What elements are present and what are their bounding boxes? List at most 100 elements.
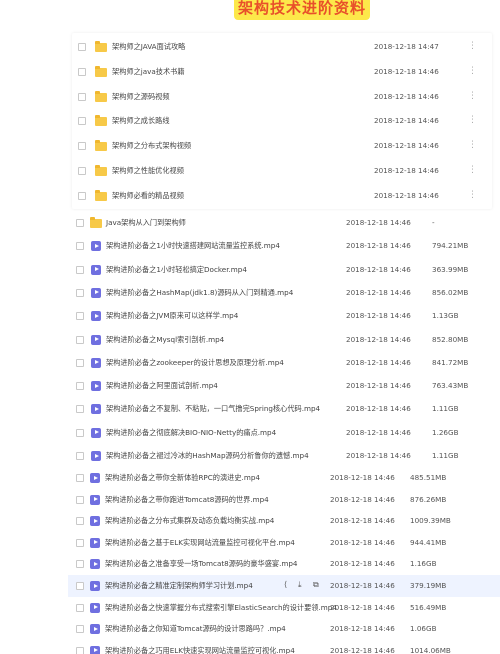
row-checkbox[interactable] bbox=[76, 405, 84, 414]
file-name[interactable]: 架构进阶必备之JVM原来可以这样学.mp4 bbox=[106, 311, 238, 321]
row-checkbox[interactable] bbox=[76, 560, 84, 569]
file-row[interactable]: 架构进阶必备之1小时快速搭建网站流量监控系统.mp4 2018-12-18 14:… bbox=[68, 235, 500, 257]
file-name[interactable]: 架构进阶必备之分布式集群及动态负载均衡实战.mp4 bbox=[105, 516, 274, 526]
share-icon[interactable]: ⟨ bbox=[284, 580, 287, 589]
folder-icon bbox=[95, 165, 107, 176]
folder-name[interactable]: 架构师之源码视频 bbox=[112, 92, 170, 102]
modified-date: 2018-12-18 14:46 bbox=[374, 116, 439, 126]
more-options-icon[interactable]: ⋮ bbox=[468, 115, 477, 125]
file-row[interactable]: 架构进阶必备之基于ELK实现网站流量监控可视化平台.mp4 2018-12-18 … bbox=[68, 532, 500, 554]
file-name[interactable]: 架构进阶必备之彻底解决BIO-NIO-Netty的痛点.mp4 bbox=[106, 428, 276, 438]
row-checkbox[interactable] bbox=[78, 43, 86, 51]
modified-date: 2018-12-18 14:46 bbox=[346, 264, 411, 274]
file-name[interactable]: 架构进阶必备之1小时轻松搞定Docker.mp4 bbox=[106, 265, 247, 275]
row-checkbox[interactable] bbox=[76, 646, 84, 654]
file-name[interactable]: 架构进阶必备之快速掌握分布式搜索引擎ElasticSearch的设计要领.mp4 bbox=[105, 603, 337, 613]
row-checkbox[interactable] bbox=[78, 117, 86, 126]
more-options-icon[interactable]: ⋮ bbox=[468, 91, 477, 101]
row-checkbox[interactable] bbox=[76, 219, 84, 227]
more-options-icon[interactable]: ⋮ bbox=[468, 66, 477, 76]
file-name[interactable]: 架构进阶必备之带你全新体验RPC的演进史.mp4 bbox=[105, 473, 260, 483]
file-row[interactable]: 架构进阶必备之分布式集群及动态负载均衡实战.mp4 2018-12-18 14:4… bbox=[68, 510, 500, 532]
row-checkbox[interactable] bbox=[78, 191, 86, 200]
file-row[interactable]: 架构进阶必备之阿里面试剖析.mp4 2018-12-18 14:46 763.43M… bbox=[68, 375, 500, 397]
row-checkbox[interactable] bbox=[76, 312, 84, 321]
file-name[interactable]: 架构进阶必备之1小时快速搭建网站流量监控系统.mp4 bbox=[106, 241, 280, 251]
file-name[interactable]: 架构进阶必备之准备享受一场Tomcat8源码的豪华盛宴.mp4 bbox=[105, 559, 298, 569]
row-checkbox[interactable] bbox=[76, 495, 84, 504]
folder-name[interactable]: 架构师之java技术书籍 bbox=[112, 67, 185, 77]
copy-icon[interactable]: ⧉ bbox=[313, 580, 319, 590]
folder-row[interactable]: 架构师之成长路线 2018-12-18 14:46 ⋮ bbox=[72, 110, 492, 132]
row-checkbox[interactable] bbox=[78, 142, 86, 151]
row-checkbox[interactable] bbox=[76, 288, 84, 297]
row-checkbox[interactable] bbox=[78, 167, 86, 175]
file-size: 852.80MB bbox=[432, 334, 469, 344]
file-name[interactable]: 架构进阶必备之不复制、不粘贴，一口气撸完Spring核心代码.mp4 bbox=[106, 404, 320, 414]
file-row[interactable]: 架构进阶必备之zookeeper的设计思想及原理分析.mp4 2018-12-18… bbox=[68, 352, 500, 374]
file-row[interactable]: 架构进阶必备之精准定制架构师学习计划.mp4 ⟨ ⤓ ⧉ 2018-12-18 14:4… bbox=[68, 575, 500, 597]
file-row[interactable]: 架构进阶必备之你知道Tomcat源码的设计思路吗？.mp4 2018-12-18 … bbox=[68, 618, 500, 640]
file-name[interactable]: 架构进阶必备之带你跑进Tomcat8源码的世界.mp4 bbox=[105, 495, 269, 505]
row-checkbox[interactable] bbox=[76, 358, 84, 367]
row-checkbox[interactable] bbox=[76, 625, 84, 634]
file-row[interactable]: 架构进阶必备之彻底解决BIO-NIO-Netty的痛点.mp4 2018-12-1… bbox=[68, 422, 500, 444]
folder-name[interactable]: 架构师之成长路线 bbox=[112, 116, 170, 126]
more-options-icon[interactable]: ⋮ bbox=[468, 165, 477, 175]
file-name[interactable]: Java架构从入门到架构师 bbox=[106, 218, 186, 228]
row-checkbox[interactable] bbox=[78, 92, 86, 101]
folder-row[interactable]: 架构师之性能优化视频 2018-12-18 14:46 ⋮ bbox=[72, 160, 492, 182]
file-row[interactable]: 架构进阶必备之JVM原来可以这样学.mp4 2018-12-18 14:46 1.1… bbox=[68, 305, 500, 327]
file-row[interactable]: 架构进阶必备之不复制、不粘贴，一口气撸完Spring核心代码.mp4 2018-1… bbox=[68, 398, 500, 420]
row-checkbox[interactable] bbox=[76, 382, 84, 391]
row-checkbox[interactable] bbox=[76, 603, 84, 612]
file-row[interactable]: 架构进阶必备之快速掌握分布式搜索引擎ElasticSearch的设计要领.mp4… bbox=[68, 597, 500, 619]
file-name[interactable]: 架构进阶必备之精准定制架构师学习计划.mp4 bbox=[105, 581, 253, 591]
row-checkbox[interactable] bbox=[78, 67, 86, 76]
folder-name[interactable]: 架构师之分布式架构视频 bbox=[112, 141, 191, 151]
folder-row[interactable]: 架构师之JAVA面试攻略 2018-12-18 14:47 ⋮ bbox=[72, 36, 492, 58]
video-file-icon bbox=[90, 537, 100, 548]
file-name[interactable]: 架构进阶必备之基于ELK实现网站流量监控可视化平台.mp4 bbox=[105, 538, 295, 548]
more-options-icon[interactable]: ⋮ bbox=[468, 140, 477, 150]
file-row[interactable]: 架构进阶必备之Mysql索引剖析.mp4 2018-12-18 14:46 852.… bbox=[68, 329, 500, 351]
more-options-icon[interactable]: ⋮ bbox=[468, 41, 477, 51]
file-row[interactable]: Java架构从入门到架构师 2018-12-18 14:46 - bbox=[68, 212, 500, 234]
file-row[interactable]: 架构进阶必备之HashMap(jdk1.8)源码从入门到精通.mp4 2018-1… bbox=[68, 282, 500, 304]
row-checkbox[interactable] bbox=[76, 538, 84, 547]
folder-row[interactable]: 架构师之java技术书籍 2018-12-18 14:46 ⋮ bbox=[72, 61, 492, 83]
folder-row[interactable]: 架构师必看的精品视频 2018-12-18 14:46 ⋮ bbox=[72, 185, 492, 207]
file-name[interactable]: 架构进阶必备之你知道Tomcat源码的设计思路吗？.mp4 bbox=[105, 624, 286, 634]
file-row[interactable]: 架构进阶必备之准备享受一场Tomcat8源码的豪华盛宴.mp4 2018-12-1… bbox=[68, 553, 500, 575]
file-size: 841.72MB bbox=[432, 357, 469, 367]
row-checkbox[interactable] bbox=[76, 582, 84, 590]
row-checkbox[interactable] bbox=[76, 265, 84, 274]
file-row[interactable]: 架构进阶必备之1小时轻松搞定Docker.mp4 2018-12-18 14:46… bbox=[68, 259, 500, 281]
file-name[interactable]: 架构进阶必备之阿里面试剖析.mp4 bbox=[106, 381, 218, 391]
folder-name[interactable]: 架构师必看的精品视频 bbox=[112, 191, 184, 201]
modified-date: 2018-12-18 14:46 bbox=[330, 494, 395, 504]
folder-name[interactable]: 架构师之性能优化视频 bbox=[112, 166, 184, 176]
row-checkbox[interactable] bbox=[76, 335, 84, 344]
file-row[interactable]: 架构进阶必备之巧用ELK快速实现网站流量监控可视化.mp4 2018-12-18 … bbox=[68, 640, 500, 654]
more-options-icon[interactable]: ⋮ bbox=[468, 190, 477, 200]
file-name[interactable]: 架构进阶必备之褪过冷冰的HashMap源码分析鲁你的遗憾.mp4 bbox=[106, 451, 309, 461]
folder-name[interactable]: 架构师之JAVA面试攻略 bbox=[112, 42, 185, 52]
file-name[interactable]: 架构进阶必备之HashMap(jdk1.8)源码从入门到精通.mp4 bbox=[106, 288, 293, 298]
file-row[interactable]: 架构进阶必备之带你全新体验RPC的演进史.mp4 2018-12-18 14:46… bbox=[68, 467, 500, 489]
row-checkbox[interactable] bbox=[76, 428, 84, 437]
row-checkbox[interactable] bbox=[76, 517, 84, 526]
row-checkbox[interactable] bbox=[76, 452, 84, 460]
modified-date: 2018-12-18 14:46 bbox=[330, 645, 395, 654]
folder-row[interactable]: 架构师之分布式架构视频 2018-12-18 14:46 ⋮ bbox=[72, 135, 492, 157]
file-row[interactable]: 架构进阶必备之带你跑进Tomcat8源码的世界.mp4 2018-12-18 14… bbox=[68, 489, 500, 511]
file-name[interactable]: 架构进阶必备之Mysql索引剖析.mp4 bbox=[106, 335, 224, 345]
row-checkbox[interactable] bbox=[76, 474, 84, 482]
file-row[interactable]: 架构进阶必备之褪过冷冰的HashMap源码分析鲁你的遗憾.mp4 2018-12-… bbox=[68, 445, 500, 467]
download-icon[interactable]: ⤓ bbox=[298, 580, 302, 590]
folder-row[interactable]: 架构师之源码视频 2018-12-18 14:46 ⋮ bbox=[72, 86, 492, 108]
row-checkbox[interactable] bbox=[76, 242, 84, 251]
file-name[interactable]: 架构进阶必备之巧用ELK快速实现网站流量监控可视化.mp4 bbox=[105, 646, 295, 654]
file-size: 1014.06MB bbox=[410, 645, 451, 654]
file-name[interactable]: 架构进阶必备之zookeeper的设计思想及原理分析.mp4 bbox=[106, 358, 284, 368]
